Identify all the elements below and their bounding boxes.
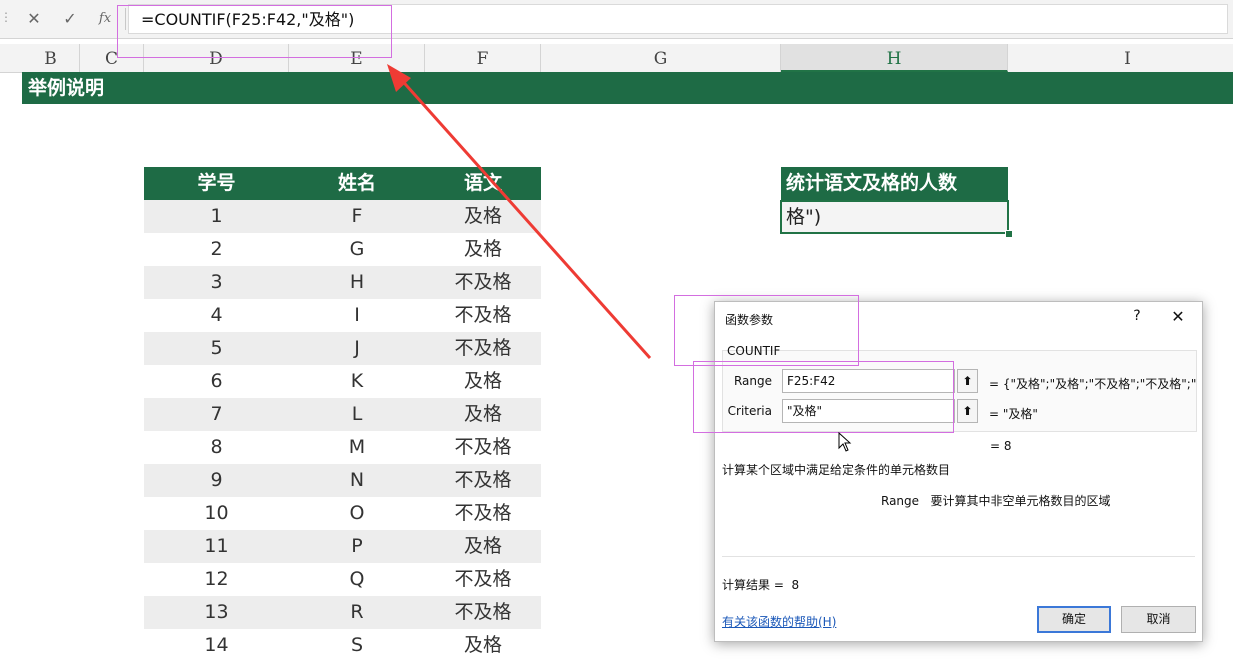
criteria-label: Criteria <box>727 404 772 418</box>
mouse-cursor-icon <box>838 432 852 452</box>
range-input[interactable]: F25:F42 <box>782 369 955 393</box>
criteria-input[interactable]: "及格" <box>782 399 955 423</box>
result-value: 8 <box>791 578 800 592</box>
close-icon[interactable]: ✕ <box>1169 307 1187 326</box>
range-collapse-button[interactable]: ⬆ <box>957 369 978 393</box>
function-arguments-dialog: 函数参数 ? ✕ COUNTIF Range F25:F42 ⬆ = {"及格"… <box>714 301 1203 642</box>
dialog-title: 函数参数 <box>725 313 774 327</box>
range-label: Range <box>733 374 772 388</box>
criteria-collapse-button[interactable]: ⬆ <box>957 399 978 423</box>
ok-button[interactable]: 确定 <box>1037 606 1111 633</box>
function-name: COUNTIF <box>727 344 781 358</box>
cancel-button[interactable]: 取消 <box>1121 606 1196 633</box>
function-description: 计算某个区域中满足给定条件的单元格数目 <box>722 463 951 477</box>
range-preview: = {"及格";"及格";"不及格";"不及格";" <box>989 377 1197 391</box>
criteria-preview: = "及格" <box>989 407 1038 421</box>
formula-result: 计算结果 = 8 <box>722 576 799 593</box>
result-label: 计算结果 = <box>722 578 784 592</box>
argument-description: Range 要计算其中非空单元格数目的区域 <box>881 492 1111 509</box>
formula-total: = 8 <box>990 439 1012 453</box>
help-icon[interactable]: ? <box>1129 308 1145 324</box>
argument-description-text: 要计算其中非空单元格数目的区域 <box>930 494 1111 508</box>
dialog-divider <box>722 556 1195 557</box>
function-help-link[interactable]: 有关该函数的帮助(H) <box>722 613 836 630</box>
argument-description-label: Range <box>881 494 920 508</box>
